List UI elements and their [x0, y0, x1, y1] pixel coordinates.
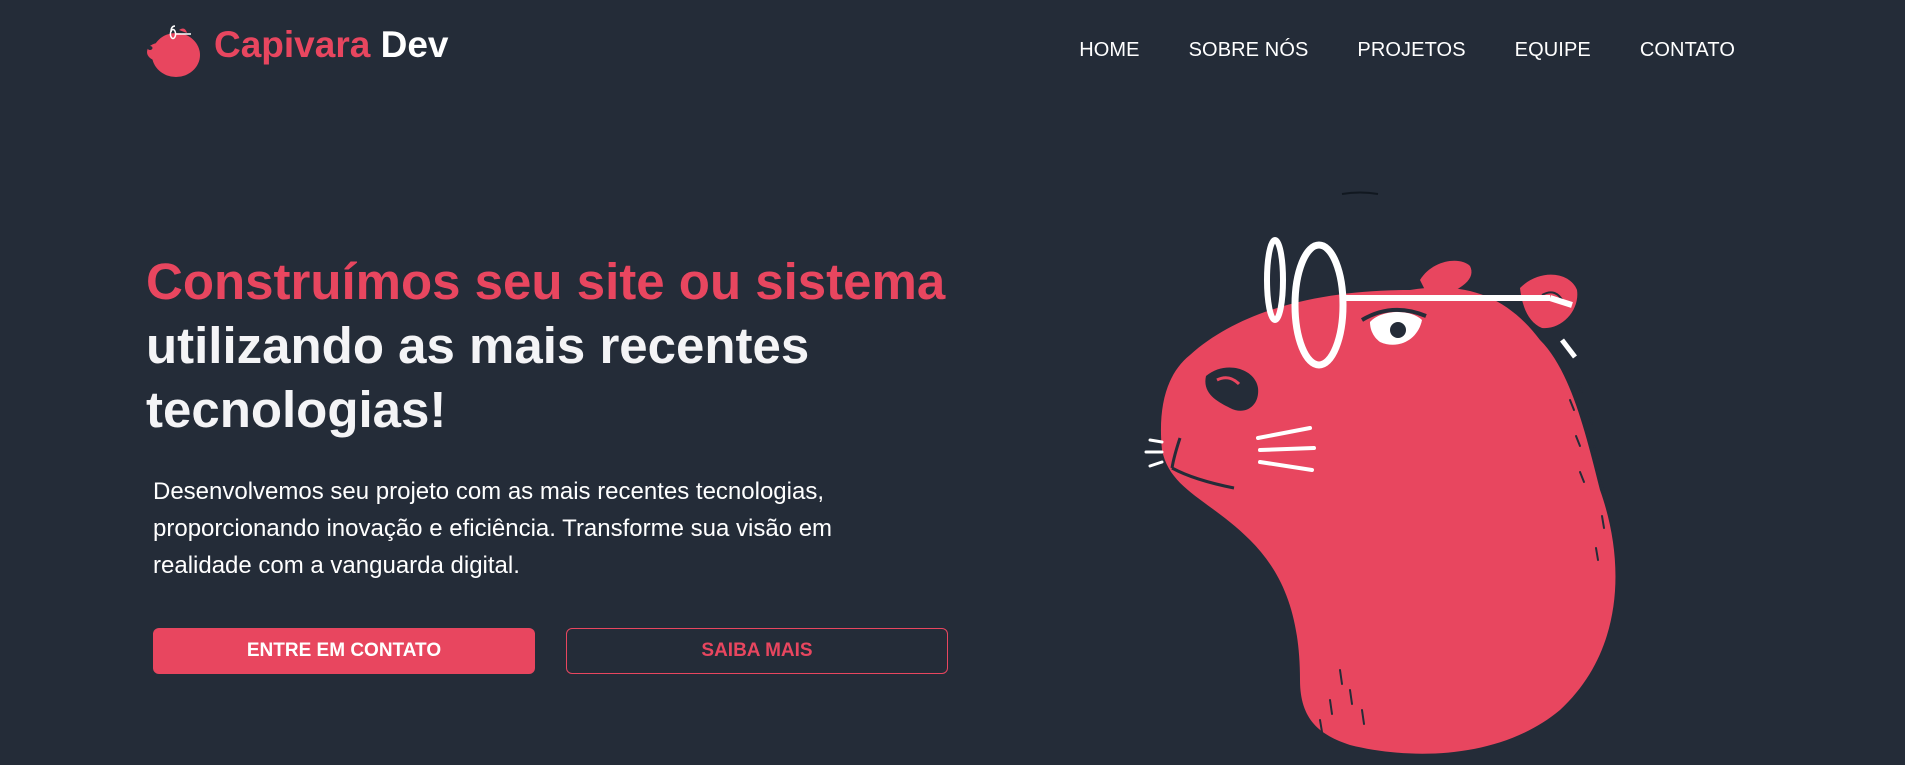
navbar: Capivara Dev HOME SOBRE NÓS PROJETOS EQU…	[0, 0, 1905, 100]
brand-name-rest: Dev	[380, 23, 449, 65]
hero-illustration	[1080, 180, 1640, 765]
hero-title-accent: Construímos seu site ou sistema	[146, 253, 946, 310]
capybara-logo-icon	[147, 25, 200, 77]
hero-title: Construímos seu site ou sistema utilizan…	[146, 250, 966, 442]
hero-title-rest: utilizando as mais recentes tecnologias!	[146, 317, 810, 438]
nav-item-contato: CONTATO	[1640, 39, 1735, 62]
logo-link[interactable]: Capivara Dev	[146, 22, 448, 78]
nav-menu: HOME SOBRE NÓS PROJETOS EQUIPE CONTATO	[1079, 39, 1735, 62]
capybara-glasses-illustration	[1144, 191, 1616, 754]
nav-item-home: HOME	[1079, 39, 1139, 62]
nav-link-sobre-nos[interactable]: SOBRE NÓS	[1189, 39, 1309, 61]
learn-more-button[interactable]: SAIBA MAIS	[566, 628, 948, 674]
nav-item-sobre-nos: SOBRE NÓS	[1189, 39, 1309, 62]
hero-description: Desenvolvemos seu projeto com as mais re…	[153, 478, 833, 579]
nav-link-contato[interactable]: CONTATO	[1640, 39, 1735, 61]
nav-item-projetos: PROJETOS	[1357, 39, 1465, 62]
nav-link-projetos[interactable]: PROJETOS	[1357, 39, 1465, 61]
nav-item-equipe: EQUIPE	[1515, 39, 1591, 62]
brand-name-accent: Capivara	[214, 23, 371, 65]
contact-button[interactable]: ENTRE EM CONTATO	[153, 628, 535, 674]
hero-section: Construímos seu site ou sistema utilizan…	[146, 250, 966, 442]
nav-link-equipe[interactable]: EQUIPE	[1515, 39, 1591, 61]
brand-name: Capivara Dev	[214, 26, 448, 63]
nav-link-home[interactable]: HOME	[1079, 39, 1139, 61]
